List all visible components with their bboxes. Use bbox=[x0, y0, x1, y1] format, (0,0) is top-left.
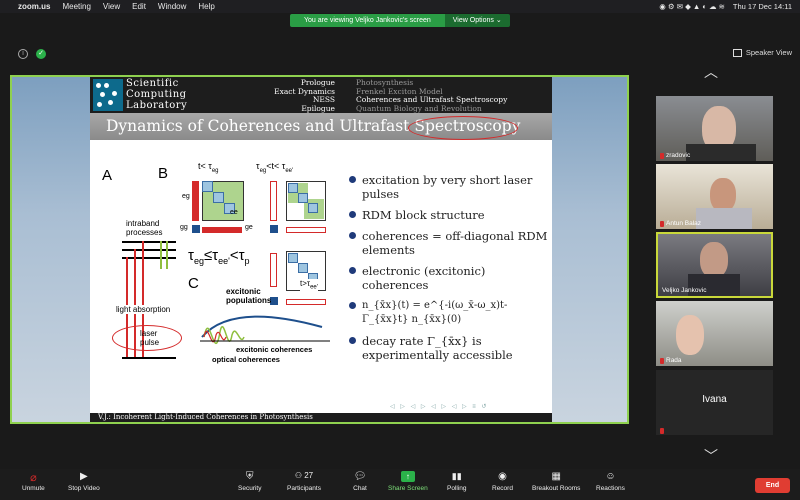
status-icons[interactable]: ◉ ⚙ ✉ ◆ ▲ ◐ ☁ ≋ bbox=[659, 2, 725, 11]
nav-quantum-biology[interactable]: Quantum Biology and Revolution bbox=[356, 104, 507, 114]
record-icon: ◉ bbox=[498, 471, 507, 482]
logo-text-1: Scientific bbox=[126, 78, 179, 89]
label-t-gt-tee: t>τee' bbox=[300, 279, 318, 291]
bullet-item: excitation by very short laser pulses bbox=[348, 173, 548, 201]
label-excitonic-coherences: excitonic coherences bbox=[236, 345, 313, 354]
shield-icon: ⛨ bbox=[245, 471, 254, 482]
security-button[interactable]: ⛨ Security bbox=[238, 471, 261, 492]
gallery-up-chevron-icon[interactable]: ︿ bbox=[704, 62, 718, 82]
smiley-icon: ☺ bbox=[605, 471, 616, 482]
logo-text-2: Computing bbox=[126, 89, 187, 100]
label-light-absorption: light absorption bbox=[116, 305, 171, 314]
menu-bar: zoom.us Meeting View Edit Window Help ◉ … bbox=[0, 0, 800, 13]
participants-icon: ⚇ 27 bbox=[294, 471, 314, 480]
mic-muted-icon bbox=[660, 152, 664, 159]
figure-label-c: C bbox=[188, 275, 199, 292]
bullet-item: RDM block structure bbox=[348, 208, 548, 222]
label-ee: ee bbox=[230, 209, 238, 216]
label-intraband: intraband bbox=[126, 219, 160, 228]
label-excitonic: excitonic bbox=[226, 287, 261, 296]
menu-view[interactable]: View bbox=[103, 2, 120, 11]
share-banner-text: You are viewing Veljko Jankovic's screen bbox=[290, 14, 445, 27]
figure-label-a: A bbox=[102, 167, 113, 184]
eg-bar bbox=[192, 181, 199, 221]
menu-window[interactable]: Window bbox=[158, 2, 186, 11]
participant-tile[interactable]: Antun Balaz bbox=[656, 164, 773, 229]
participant-name: zradovic bbox=[660, 152, 690, 159]
unmute-button[interactable]: ⌀ Unmute bbox=[22, 471, 45, 492]
menu-edit[interactable]: Edit bbox=[132, 2, 146, 11]
mic-muted-icon bbox=[660, 357, 664, 364]
bullet-list: excitation by very short laser pulses RD… bbox=[348, 173, 548, 369]
record-button[interactable]: ◉ Record bbox=[492, 471, 513, 492]
figure-label-b: B bbox=[158, 165, 169, 182]
participants-count: 27 bbox=[304, 471, 314, 480]
participant-name: Rada bbox=[660, 357, 682, 364]
chat-button[interactable]: 💬︎ Chat bbox=[353, 471, 367, 492]
label-gg: gg bbox=[180, 224, 188, 231]
speaker-view-button[interactable]: Speaker View bbox=[732, 48, 792, 57]
participant-tile[interactable]: Ivana bbox=[656, 370, 773, 435]
slide-nav-sections: Prologue Exact Dynamics NESS Epilogue bbox=[230, 78, 335, 114]
gallery-down-chevron-icon[interactable]: ﹀ bbox=[704, 446, 718, 466]
share-screen-button[interactable]: ↑ Share Screen bbox=[388, 471, 428, 492]
bullet-item: decay rate Γ_{x̄x} is experimentally acc… bbox=[348, 334, 548, 362]
meeting-toolbar: ⌀ Unmute ▶ Stop Video ⛨ Security ⚇ 27 Pa… bbox=[0, 469, 800, 500]
label-t-lt-teg: t< τeg bbox=[198, 161, 219, 174]
lab-logo: Scientific Computing Laboratory bbox=[90, 77, 210, 113]
slide-header: Scientific Computing Laboratory Prologue… bbox=[90, 77, 552, 113]
label-ge: ge bbox=[245, 224, 253, 231]
participant-tile[interactable]: zradovic bbox=[656, 96, 773, 161]
slide-nav-subsections: Photosynthesis Frenkel Exciton Model Coh… bbox=[356, 78, 507, 114]
screen-share-banner: You are viewing Veljko Jankovic's screen… bbox=[290, 14, 510, 27]
annotation-circle bbox=[408, 116, 518, 140]
participant-tile[interactable]: Rada bbox=[656, 301, 773, 366]
annotation-circle-laser bbox=[112, 325, 182, 351]
label-eg: eg bbox=[182, 193, 190, 200]
stop-video-button[interactable]: ▶ Stop Video bbox=[68, 471, 100, 492]
timescale-relation: τeg≤τee'<τp bbox=[188, 247, 250, 266]
bullet-item: coherences = off-diagonal RDM elements bbox=[348, 229, 548, 257]
menu-meeting[interactable]: Meeting bbox=[62, 2, 90, 11]
empty-eg-bar bbox=[270, 181, 277, 221]
label-optical-coherences: optical coherences bbox=[212, 355, 280, 364]
ge-bar bbox=[202, 227, 242, 233]
view-options-button[interactable]: View Options ⌄ bbox=[444, 14, 510, 27]
shared-screen: Scientific Computing Laboratory Prologue… bbox=[10, 75, 629, 424]
logo-text-3: Laboratory bbox=[126, 100, 188, 111]
slide-footer: V.J.: Incoherent Light-Induced Coherence… bbox=[90, 413, 552, 422]
clock[interactable]: Thu 17 Dec 14:11 bbox=[733, 2, 792, 11]
speaker-view-icon bbox=[732, 48, 742, 57]
gg-square bbox=[192, 225, 200, 233]
coherence-figure: A B t< τeg τeg<t< τee' eg ee gg ge τeg≤τ… bbox=[102, 161, 334, 412]
beamer-nav-symbols[interactable]: ◁ ▷ ◁ ▷ ◁ ▷ ◁ ▷ ≡ ↺ bbox=[390, 403, 488, 410]
participant-name: Antun Balaz bbox=[660, 220, 701, 227]
participants-button[interactable]: ⚇ 27 Participants bbox=[287, 471, 321, 492]
label-processes: processes bbox=[126, 228, 163, 237]
nav-epilogue[interactable]: Epilogue bbox=[230, 104, 335, 114]
menu-app-name[interactable]: zoom.us bbox=[18, 2, 50, 11]
video-camera-icon: ▶ bbox=[79, 471, 88, 482]
mic-muted-icon: ⌀ bbox=[30, 472, 37, 484]
grid-icon: ▦ bbox=[551, 471, 561, 482]
participant-name-centered: Ivana bbox=[702, 394, 727, 405]
encryption-shield-icon[interactable]: ✓ bbox=[36, 49, 46, 59]
meeting-info-icon[interactable]: i bbox=[18, 49, 28, 59]
polling-button[interactable]: ▮▮ Polling bbox=[447, 471, 467, 492]
share-arrow-icon: ↑ bbox=[400, 471, 415, 482]
bar-chart-icon: ▮▮ bbox=[451, 471, 462, 481]
participant-name: Veljko Jankovic bbox=[662, 287, 707, 294]
presentation-slide: Scientific Computing Laboratory Prologue… bbox=[90, 77, 552, 422]
chat-bubble-icon: 💬︎ bbox=[353, 471, 367, 482]
mic-muted-icon bbox=[660, 428, 664, 434]
bullet-item: electronic (excitonic) coherences bbox=[348, 264, 548, 292]
mic-muted-icon bbox=[660, 220, 664, 227]
reactions-button[interactable]: ☺ Reactions bbox=[596, 471, 625, 492]
menu-help[interactable]: Help bbox=[198, 2, 214, 11]
end-meeting-button[interactable]: End bbox=[755, 478, 790, 493]
breakout-rooms-button[interactable]: ▦ Breakout Rooms bbox=[532, 471, 580, 492]
participant-tile-active-speaker[interactable]: Veljko Jankovic bbox=[656, 232, 773, 298]
label-teg-lt-tee: τeg<t< τee' bbox=[256, 161, 294, 174]
bullet-item-formula: n_{x̄x}(t) = e^{-i(ω_x̄-ω_x)t-Γ_{x̄x}t} … bbox=[348, 299, 548, 327]
